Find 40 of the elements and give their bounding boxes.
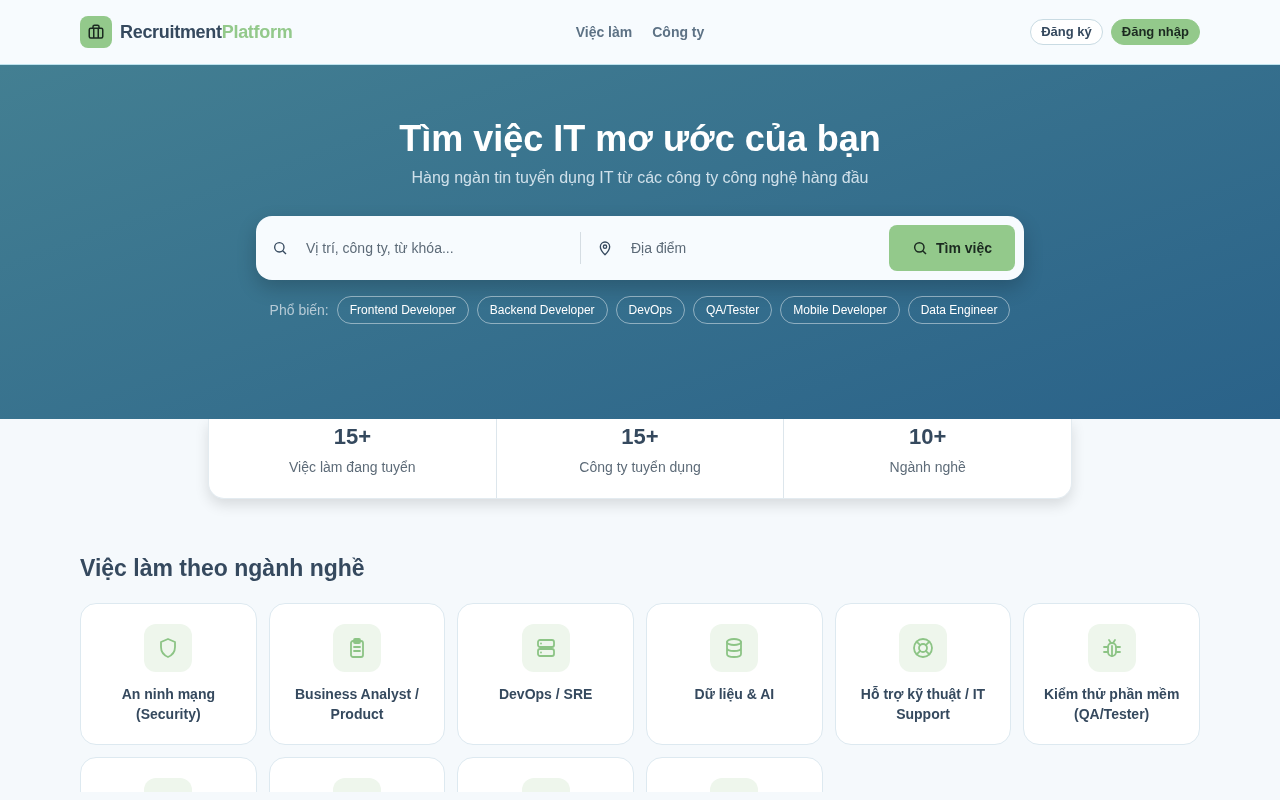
brand-name[interactable]: Recruitment bbox=[120, 21, 222, 42]
category-card[interactable]: An ninh mạng (Security) bbox=[80, 602, 257, 745]
search-icon bbox=[272, 240, 288, 257]
stat-value: 15+ bbox=[620, 423, 660, 451]
hero-subtitle: Hàng ngàn tin tuyển dụng IT từ các công ty công nghệ hàng đầu bbox=[410, 168, 870, 189]
bug-icon bbox=[1087, 623, 1136, 672]
category-card[interactable]: Hỗ trợ kỹ thuật / IT Support bbox=[834, 602, 1012, 745]
nav-link[interactable]: Việc làm bbox=[565, 21, 643, 43]
hero-title: Tìm việc IT mơ ước của bạn bbox=[398, 117, 882, 161]
category-label: DevOps / SRE bbox=[497, 684, 594, 704]
search-button[interactable]: Tìm việc bbox=[889, 225, 1015, 272]
stat-value: 10+ bbox=[908, 423, 948, 451]
popular-label: Phổ biến: bbox=[269, 300, 329, 320]
stat-label: Việc làm đang tuyển bbox=[288, 458, 417, 477]
lifebuoy-icon bbox=[899, 623, 947, 672]
nav-link[interactable]: Công ty bbox=[642, 21, 715, 43]
category-card[interactable]: DevOps / SRE bbox=[457, 602, 634, 745]
keyword-input[interactable]: Vị trí, công ty, từ khóa... bbox=[304, 236, 564, 260]
database-icon bbox=[710, 623, 759, 672]
location-pin-icon bbox=[597, 240, 613, 257]
stat-value: 15+ bbox=[332, 423, 372, 451]
stat-label: Công ty tuyển dụng bbox=[578, 458, 702, 477]
category-label: An ninh mạng (Security) bbox=[120, 684, 216, 724]
category-label: Dữ liệu & AI bbox=[693, 684, 776, 704]
login-button[interactable]: Đăng nhập bbox=[1110, 19, 1200, 45]
category-label: Kiểm thử phần mềm (QA/Tester) bbox=[1042, 684, 1181, 724]
category-label: Business Analyst / Product bbox=[294, 684, 420, 724]
category-card[interactable]: Kiểm thử phần mềm (QA/Tester) bbox=[1023, 602, 1200, 745]
clipboard-icon bbox=[333, 623, 381, 672]
shield-icon bbox=[144, 623, 193, 672]
category-card[interactable]: Business Analyst / Product bbox=[268, 602, 446, 745]
location-input[interactable]: Địa điểm bbox=[629, 236, 889, 260]
category-label: Hỗ trợ kỹ thuật / IT Support bbox=[859, 684, 987, 724]
logo-icon[interactable] bbox=[80, 16, 112, 48]
section-title: Việc làm theo ngành nghề bbox=[80, 555, 366, 583]
register-button[interactable]: Đăng ký bbox=[1030, 19, 1103, 45]
server-icon bbox=[521, 623, 570, 672]
search-icon bbox=[912, 240, 928, 257]
category-card[interactable]: Dữ liệu & AI bbox=[646, 602, 823, 745]
stat-label: Ngành nghề bbox=[888, 458, 967, 477]
